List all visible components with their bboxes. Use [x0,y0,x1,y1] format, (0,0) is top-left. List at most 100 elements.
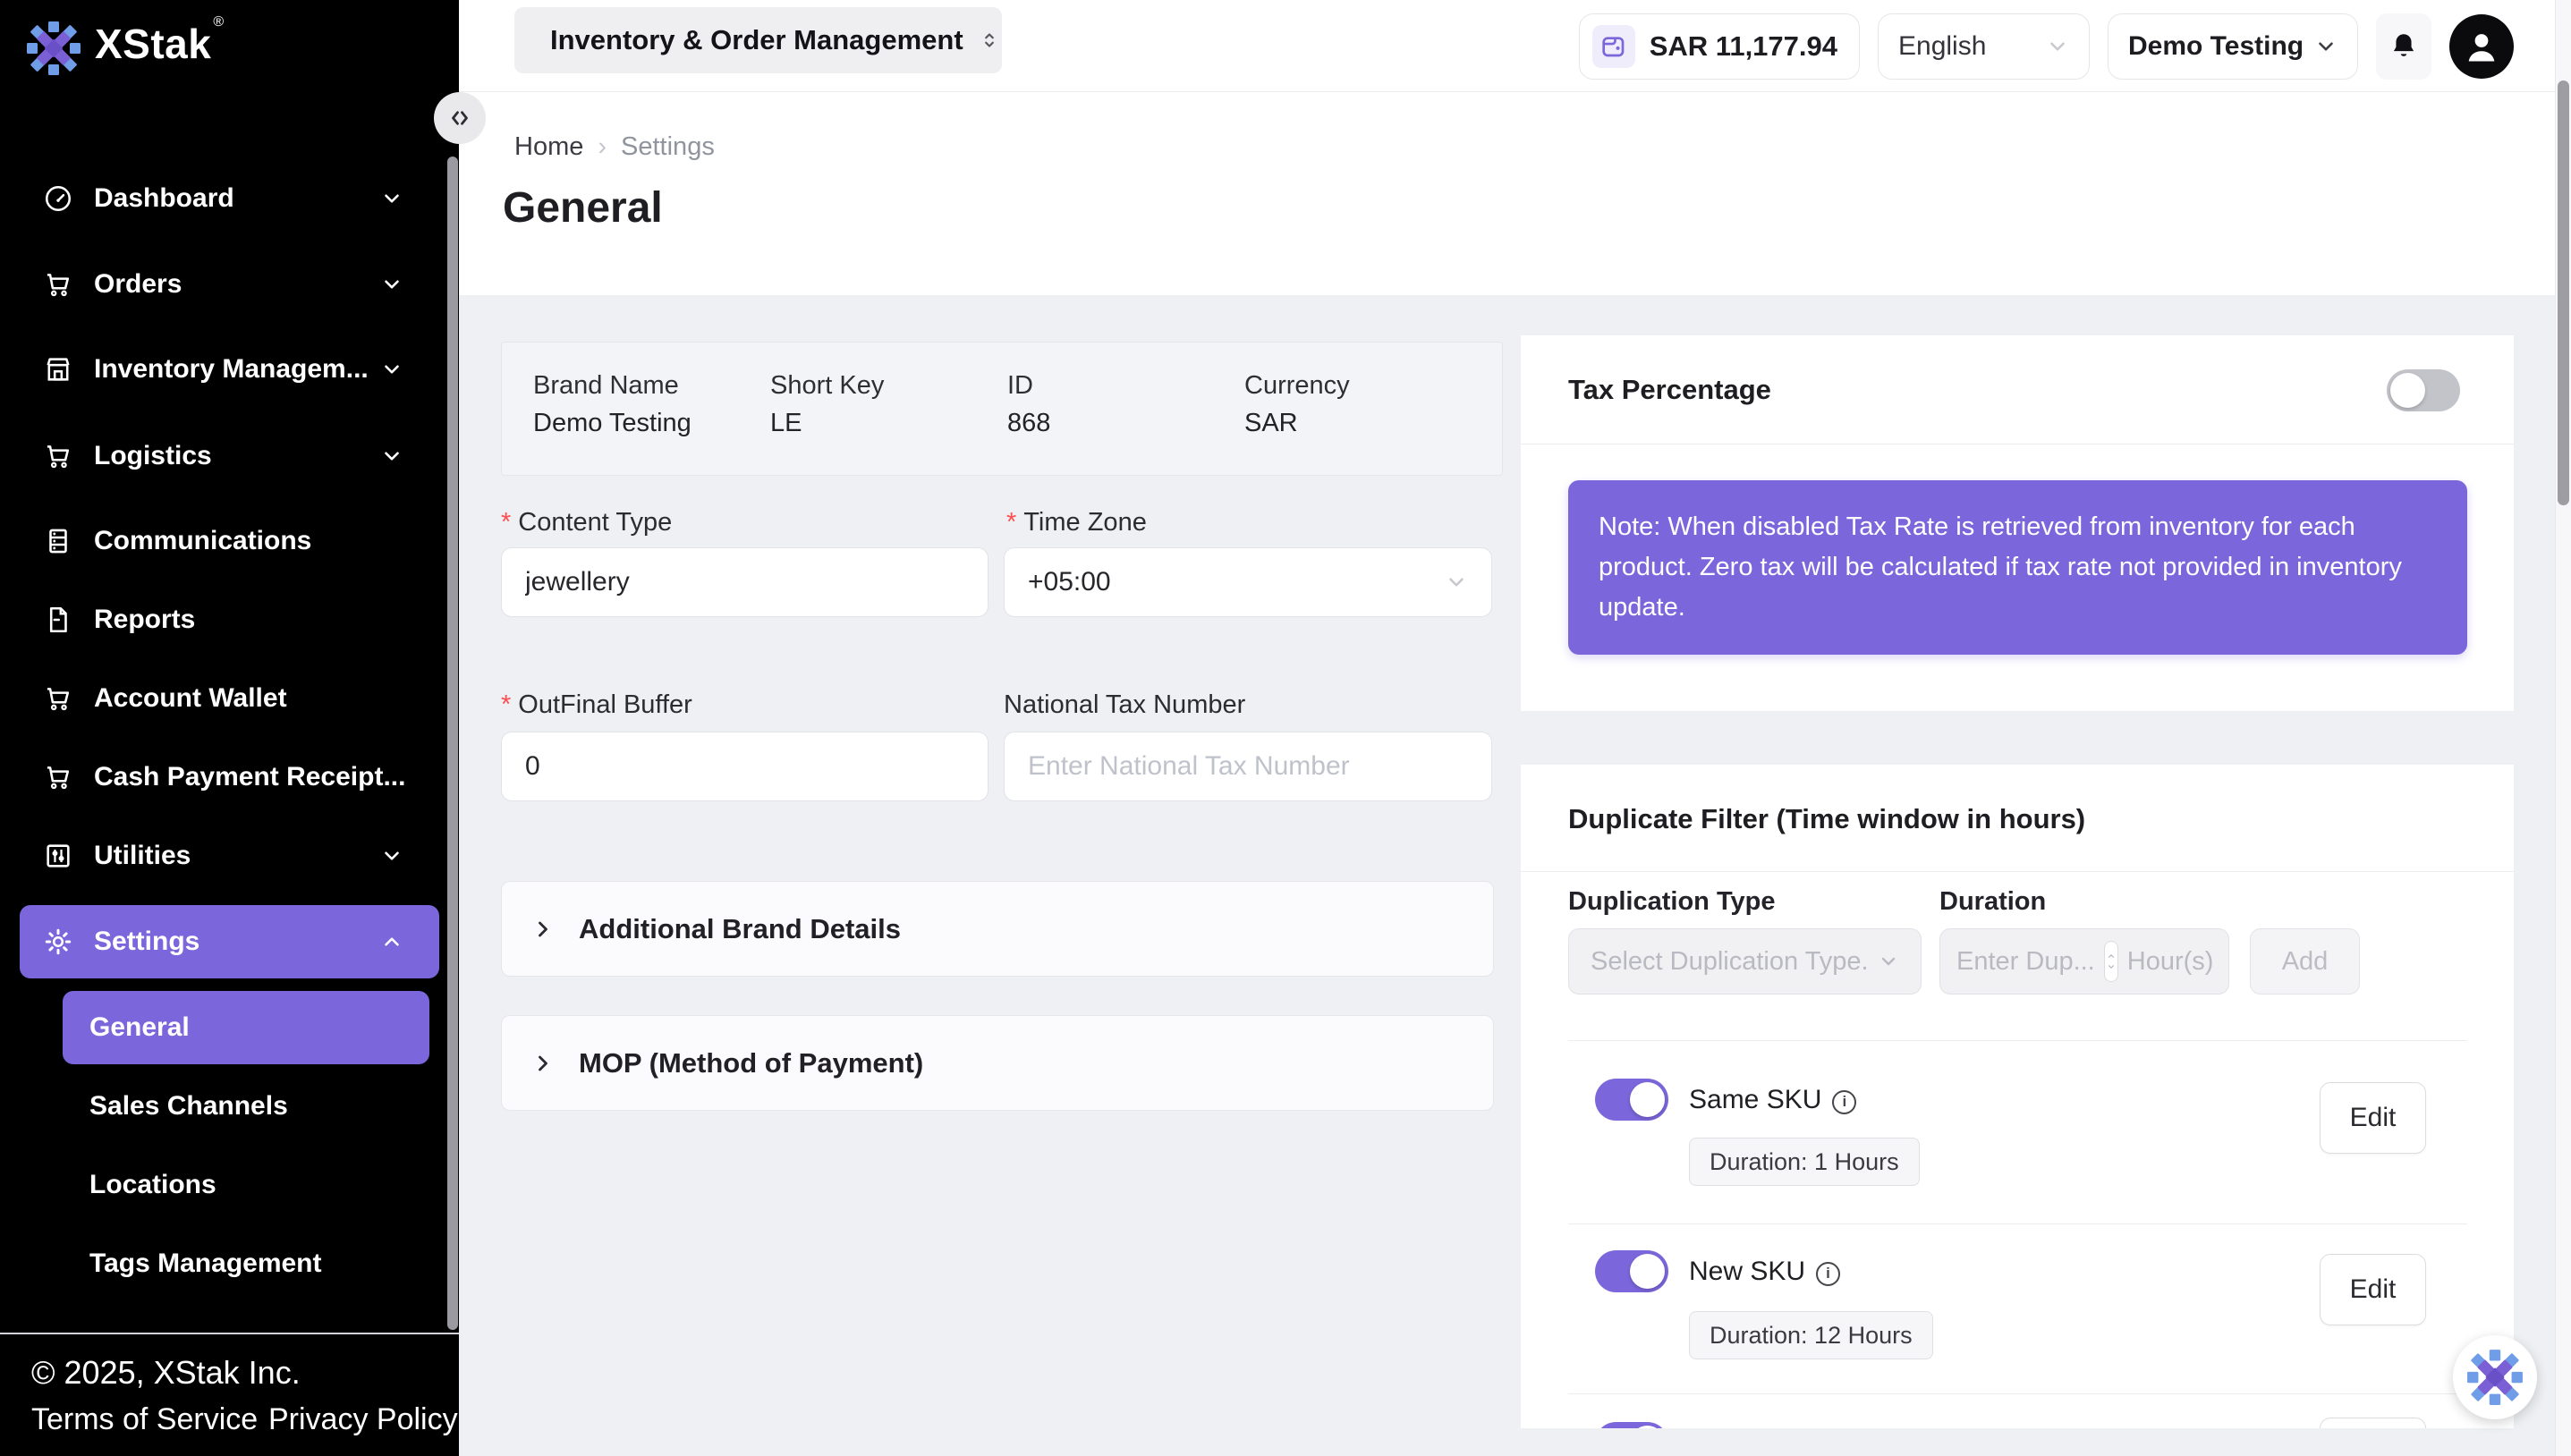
duplication-type-label: Duplication Type [1568,887,1775,917]
notifications-button[interactable] [2376,13,2431,80]
info-icon[interactable]: i [1832,1090,1856,1114]
sidebar-item-label: Communications [94,526,311,556]
wallet-balance-button[interactable]: SAR 11,177.94 [1579,13,1860,80]
field-value: 868 [1007,409,1050,438]
chevron-down-icon [380,444,403,468]
accordion-additional-brand-details[interactable]: Additional Brand Details [501,881,1494,977]
floating-brand-button[interactable] [2453,1335,2537,1419]
wallet-balance: SAR 11,177.94 [1650,30,1837,63]
partial-row-toggle[interactable] [1595,1422,1668,1428]
page-title: General [503,183,663,233]
time-zone-select[interactable]: +05:00 [1004,547,1492,617]
tenant-select[interactable]: Demo Testing [2108,13,2358,80]
content-type-input[interactable] [501,547,989,617]
divider [1568,1040,2467,1041]
outfinal-buffer-input[interactable] [501,732,989,801]
duration-suffix: Hour(s) [2127,947,2214,977]
chevron-right-icon [530,917,556,942]
field-value: Demo Testing [533,409,692,438]
sidebar-item-cash-payment-receipt[interactable]: Cash Payment Receipt... [0,749,459,806]
required-asterisk: * [501,690,511,719]
divider [1568,1393,2467,1394]
new-sku-label: New SKUi [1689,1257,1840,1288]
chevron-down-icon [2046,35,2069,58]
brand-logo-text: XStak [95,21,211,67]
duplication-type-select[interactable]: Select Duplication Type. [1568,928,1922,995]
sidebar-item-label: Logistics [94,441,212,471]
sidebar-subitem-label: Sales Channels [89,1091,288,1122]
accordion-mop[interactable]: MOP (Method of Payment) [501,1015,1494,1111]
chevron-down-icon [2314,35,2338,58]
sidebar-item-dashboard[interactable]: Dashboard [0,170,459,227]
brand-info-box: Brand Name Demo Testing Short Key LE ID … [501,342,1503,476]
page-scrollbar-thumb[interactable] [2558,80,2569,505]
cart-icon [43,683,73,714]
new-sku-duration-badge: Duration: 12 Hours [1689,1311,1933,1359]
sidebar-item-label: Cash Payment Receipt... [94,762,405,792]
store-icon [43,354,73,385]
sidebar-item-account-wallet[interactable]: Account Wallet [0,670,459,727]
field-label: ID [1007,371,1033,401]
terms-of-service-link[interactable]: Terms of Service [31,1402,258,1437]
same-sku-edit-button[interactable]: Edit [2320,1082,2426,1154]
sidebar-collapse-button[interactable] [434,92,486,144]
avatar[interactable] [2449,14,2514,79]
new-sku-edit-button[interactable]: Edit [2320,1254,2426,1325]
gauge-icon [43,183,73,214]
required-asterisk: * [1006,508,1016,537]
sidebar-item-logistics[interactable]: Logistics [0,427,459,485]
partial-row-edit-button[interactable] [2320,1418,2426,1428]
breadcrumb-home[interactable]: Home [514,132,583,162]
document-icon [43,605,73,635]
sidebar-item-settings[interactable]: Settings [20,905,439,978]
language-select[interactable]: English [1878,13,2090,80]
field-label: Brand Name [533,371,679,401]
field-value: SAR [1244,409,1298,438]
copyright-text: © 2025, XStak Inc. [31,1354,301,1392]
sidebar-scrollbar-thumb[interactable] [447,157,458,1330]
same-sku-duration-badge: Duration: 1 Hours [1689,1138,1920,1186]
cart-icon [43,762,73,792]
app-switcher-label: Inventory & Order Management [550,24,963,56]
duration-placeholder: Enter Dup... [1956,947,2095,977]
sidebar-item-inventory-management[interactable]: Inventory Managem... [0,341,459,398]
chevron-up-icon [380,930,403,953]
breadcrumb: Home › Settings [514,132,715,162]
language-value: English [1898,31,1986,62]
tax-note: Note: When disabled Tax Rate is retrieve… [1568,480,2467,655]
toggle-knob [1630,1254,1665,1289]
national-tax-number-input[interactable] [1004,732,1492,801]
chevron-down-icon [380,844,403,868]
sidebar-subitem-tags-management[interactable]: Tags Management [63,1235,429,1292]
info-icon[interactable]: i [1816,1262,1840,1286]
duration-input[interactable]: Enter Dup... Hour(s) [1939,928,2229,995]
sidebar-subitem-general[interactable]: General [63,991,429,1064]
time-zone-value: +05:00 [1028,567,1111,597]
bell-icon [2388,30,2420,63]
topbar: Inventory & Order Management SAR 11,177.… [459,0,2571,92]
sidebar-item-orders[interactable]: Orders [0,256,459,313]
app-switcher-button[interactable]: Inventory & Order Management [514,7,1002,73]
tax-percentage-toggle[interactable] [2387,369,2460,411]
same-sku-toggle[interactable] [1595,1079,1668,1121]
number-stepper[interactable] [2104,941,2118,982]
toggle-knob [1630,1426,1665,1428]
tax-card-title: Tax Percentage [1568,335,1771,444]
sidebar-item-label: Inventory Managem... [94,354,369,385]
new-sku-toggle[interactable] [1595,1250,1668,1292]
breadcrumb-current: Settings [621,132,715,162]
brand-logo: XStak® [25,20,222,77]
add-button[interactable]: Add [2250,928,2360,995]
registered-mark: ® [213,14,224,30]
sidebar-item-communications[interactable]: Communications [0,512,459,570]
tax-percentage-card: Tax Percentage Note: When disabled Tax R… [1521,335,2514,711]
sidebar-subitem-locations[interactable]: Locations [63,1156,429,1214]
privacy-policy-link[interactable]: Privacy Policy [268,1402,458,1437]
duplicate-filter-header: Duplicate Filter (Time window in hours) [1521,765,2514,872]
chevron-down-icon [380,273,403,296]
sidebar-subitem-sales-channels[interactable]: Sales Channels [63,1078,429,1135]
sidebar-item-reports[interactable]: Reports [0,591,459,648]
tax-card-header: Tax Percentage [1521,335,2514,444]
sidebar-item-utilities[interactable]: Utilities [0,827,459,885]
required-asterisk: * [501,508,511,537]
